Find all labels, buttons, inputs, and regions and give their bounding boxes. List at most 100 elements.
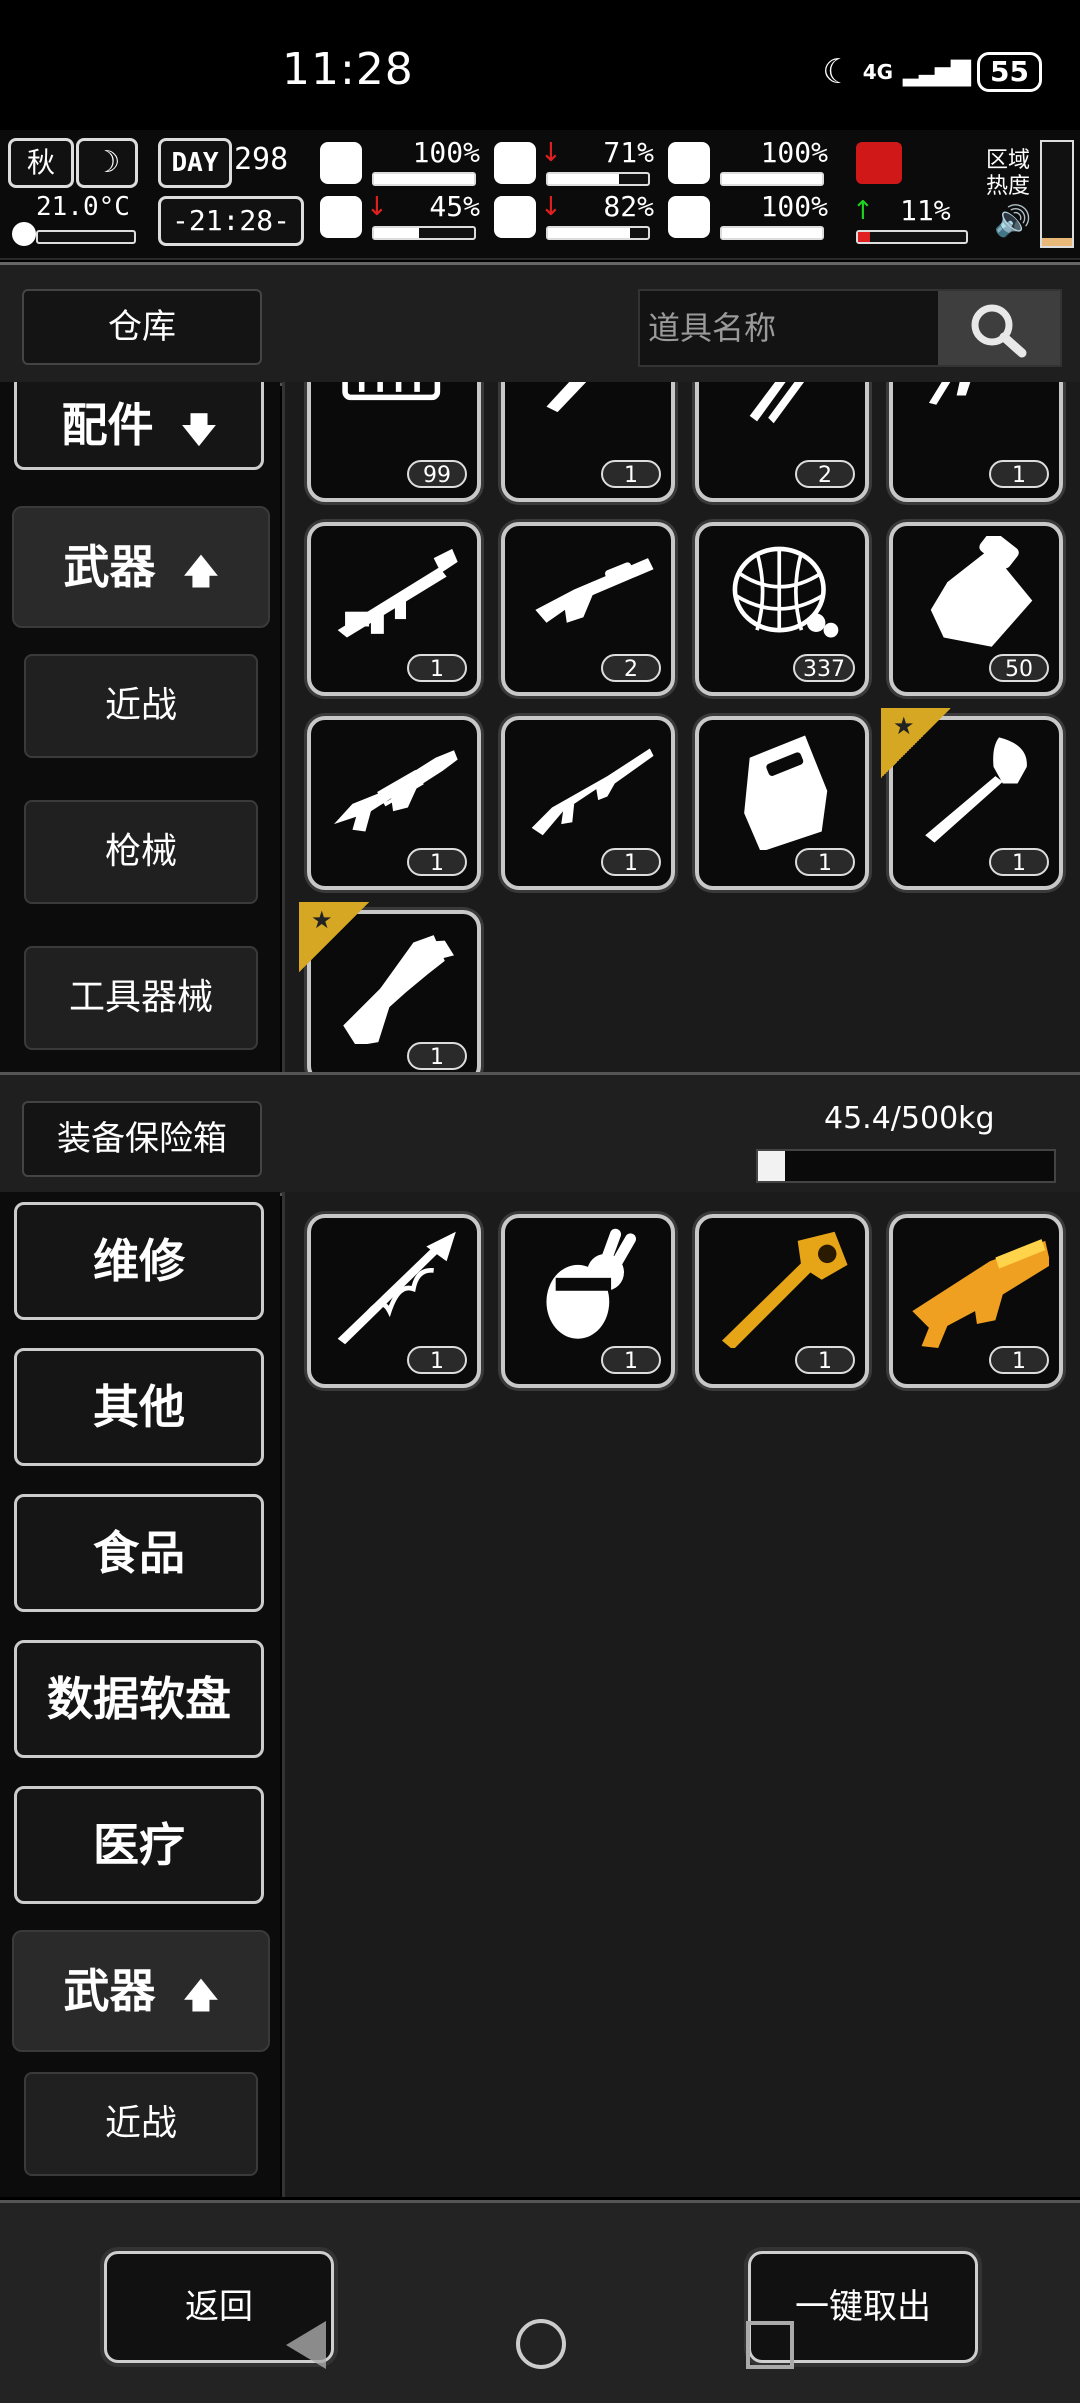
system-status-bar: 11:28 ☾ 4G ▂▃▅▇ 55 (0, 0, 1080, 130)
safebox-category-3[interactable]: 数据软盘 (14, 1640, 264, 1758)
golden-blaster-icon (912, 1239, 1049, 1348)
smg-icon (928, 382, 971, 405)
zone-heat-label: 区域 热度 (986, 148, 1030, 200)
ammo-crate-icon (342, 382, 441, 401)
safebox-subcategory-melee[interactable]: 近战 (24, 2072, 258, 2176)
item-tile[interactable]: 1 (307, 1214, 481, 1388)
speaker-icon[interactable]: 🔊 (994, 204, 1031, 239)
item-quantity: 1 (601, 460, 661, 488)
stamina-value: 11% (900, 194, 951, 227)
weight-readout: 45.4/500kg (824, 1101, 995, 1136)
twin-blades-icon (749, 382, 805, 424)
item-quantity: 1 (795, 1346, 855, 1374)
stat-bar (546, 172, 650, 186)
arrow-up-icon: 🡅 (183, 1976, 219, 2016)
safebox-category-weapons-active[interactable]: 武器 🡅 (12, 1930, 270, 2052)
safebox-category-label: 数据软盘 (47, 1672, 231, 1726)
heart-icon (668, 196, 710, 238)
item-tile[interactable]: 2 (695, 382, 869, 502)
stamina-bar (856, 230, 968, 244)
safebox-category-label: 其他 (93, 1380, 185, 1434)
rabbit-icon (546, 1228, 636, 1339)
category-accessories[interactable]: 配件 🡇 (14, 382, 264, 470)
item-quantity: 1 (407, 654, 467, 682)
safebox-category-0[interactable]: 维修 (14, 1202, 264, 1320)
clock-box: -21:28- (158, 196, 304, 246)
trend-down-icon: ↓ (540, 192, 562, 222)
item-quantity: 2 (601, 654, 661, 682)
shield-icon (668, 142, 710, 184)
day-label: DAY (171, 148, 219, 178)
temperature-bar (36, 230, 136, 244)
game-clock: -21:28- (171, 204, 290, 237)
search-input[interactable]: 道具名称 (648, 291, 928, 365)
item-quantity: 50 (989, 654, 1049, 682)
stat-bar (720, 172, 824, 186)
item-quantity: 99 (407, 460, 467, 488)
tab-warehouse-label: 仓库 (108, 307, 176, 347)
safebox-header: 装备保险箱 45.4/500kg (0, 1072, 1080, 1196)
golden-hammer-icon (722, 1231, 848, 1348)
season-label: 秋 (26, 146, 55, 179)
stat-bar (372, 172, 476, 186)
safebox-category-1[interactable]: 其他 (14, 1348, 264, 1466)
medkit-icon (320, 142, 362, 184)
safebox-category-2[interactable]: 食品 (14, 1494, 264, 1612)
moon-phase-icon: ☽ (76, 138, 138, 188)
stat-value: 100% (412, 136, 480, 169)
spear-icon (337, 1231, 456, 1345)
tab-safebox[interactable]: 装备保险箱 (22, 1101, 262, 1177)
subcategory-melee[interactable]: 近战 (24, 654, 258, 758)
nav-home-icon[interactable] (516, 2319, 566, 2369)
stat-shield: 100% (668, 136, 836, 192)
arrow-up-icon: 🡅 (183, 552, 219, 592)
item-tile[interactable]: 99 (307, 382, 481, 502)
search-box: 道具名称 (638, 289, 1062, 367)
item-tile[interactable]: 1 (889, 382, 1063, 502)
tab-warehouse[interactable]: 仓库 (22, 289, 262, 365)
item-tile[interactable]: 50 (889, 522, 1063, 696)
item-quantity: 1 (407, 1042, 467, 1070)
stat-value: 45% (429, 190, 480, 223)
category-weapons-active[interactable]: 武器 🡅 (12, 506, 270, 628)
item-quantity: 1 (601, 1346, 661, 1374)
subcategory-tools[interactable]: 工具器械 (24, 946, 258, 1050)
zone-label-1: 区域 (986, 148, 1031, 173)
stat-bar (372, 226, 476, 240)
footer-bar: 返回 一键取出 (0, 2200, 1080, 2403)
item-tile[interactable]: 1 (501, 382, 675, 502)
stat-bar (546, 226, 650, 240)
search-button[interactable] (938, 291, 1060, 365)
item-tile[interactable]: 1 (307, 716, 481, 890)
item-tile[interactable]: 1 (695, 1214, 869, 1388)
network-label: 4G (862, 60, 894, 84)
subcategory-firearms[interactable]: 枪械 (24, 800, 258, 904)
favorite-star-icon (881, 708, 951, 778)
safebox-category-4[interactable]: 医疗 (14, 1786, 264, 1904)
nav-back-icon[interactable] (286, 2321, 326, 2369)
assault-rifle-icon (334, 750, 458, 832)
moon-icon: ☾ (822, 52, 853, 92)
nav-recents-icon[interactable] (746, 2321, 794, 2369)
fuel-bag-icon (930, 536, 1033, 647)
warehouse-sidebar: 配件 🡇 武器 🡅 近战 枪械 工具器械 (0, 382, 280, 1072)
survival-hud: 秋 ☽ 21.0°C DAY 298 -21:28- 100% ↓ 71% 100% ↓… (0, 130, 1080, 260)
subcategory-melee-label: 近战 (104, 685, 177, 726)
zone-heat-meter (1040, 140, 1074, 248)
item-quantity: 1 (407, 1346, 467, 1374)
item-tile[interactable]: 1 (501, 716, 675, 890)
safebox-category-label: 医疗 (93, 1818, 185, 1872)
item-tile[interactable]: 1 (307, 522, 481, 696)
item-tile[interactable]: 337 (695, 522, 869, 696)
stat-heart: 100% (668, 190, 836, 246)
item-tile[interactable]: 1 (501, 1214, 675, 1388)
subcategory-firearms-label: 枪械 (104, 831, 177, 872)
item-tile[interactable]: 1 (889, 1214, 1063, 1388)
item-tile[interactable]: 1 (695, 716, 869, 890)
item-tile[interactable]: 2 (501, 522, 675, 696)
stat-value: 100% (760, 190, 828, 223)
system-icons: ☾ 4G ▂▃▅▇ 55 (822, 52, 1042, 92)
item-quantity: 1 (989, 1346, 1049, 1374)
zone-label-2: 热度 (986, 174, 1031, 199)
item-quantity: 1 (989, 848, 1049, 876)
